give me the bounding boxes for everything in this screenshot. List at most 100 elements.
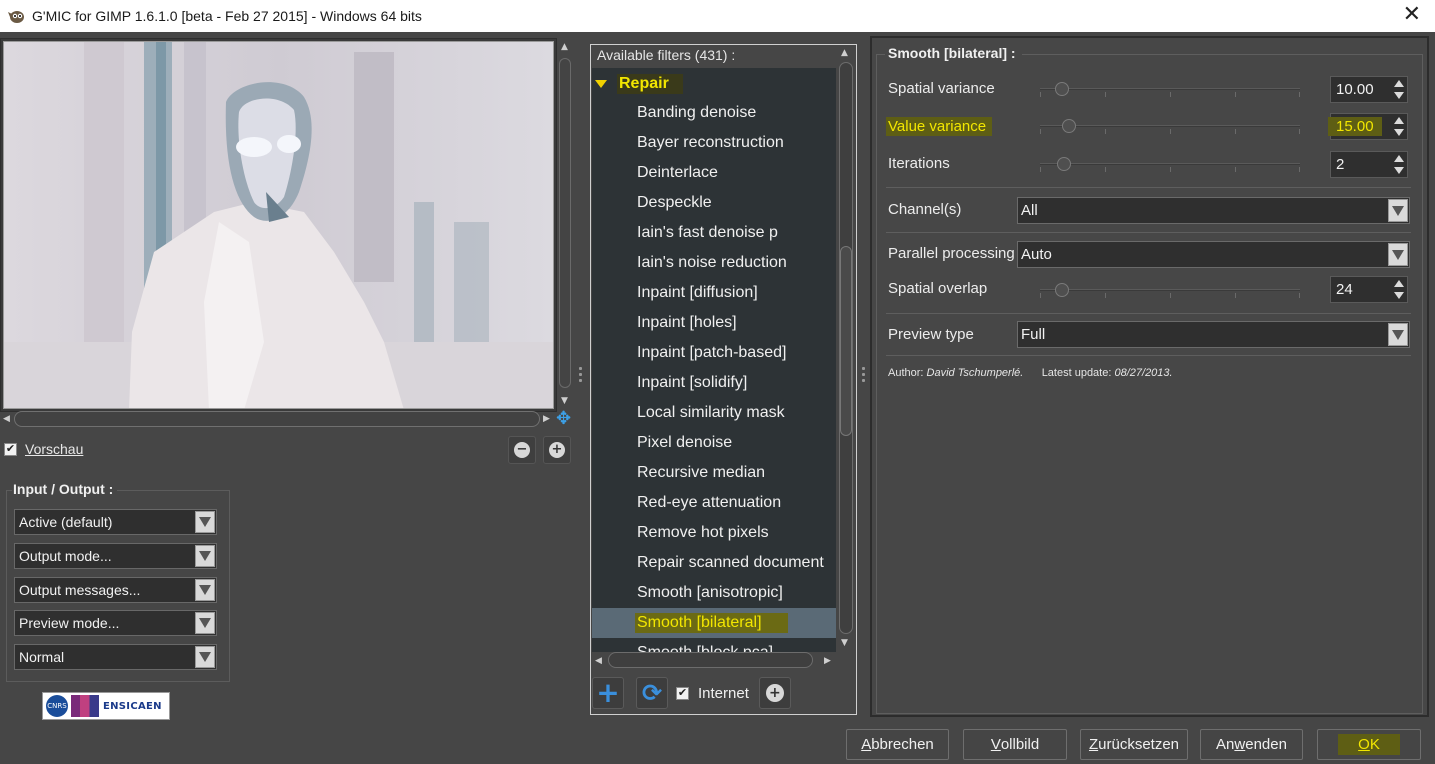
iterations-spinbox[interactable]: 2	[1330, 151, 1408, 178]
chevron-down-icon[interactable]	[195, 612, 215, 634]
filter-list-vertical-scrollbar[interactable]: ▲ ▼	[837, 46, 855, 652]
filter-item[interactable]: Inpaint [diffusion]	[592, 278, 836, 308]
expand-triangle-icon[interactable]	[595, 80, 607, 88]
scroll-left-icon[interactable]: ◀	[595, 656, 602, 666]
filter-item[interactable]: Banding denoise	[592, 98, 836, 128]
parallel-processing-select[interactable]: Auto	[1017, 241, 1410, 268]
slider-tick	[1170, 167, 1171, 172]
preview-picture	[4, 42, 553, 408]
scroll-right-icon[interactable]: ▶	[824, 656, 831, 666]
close-icon[interactable]: ✕	[1403, 4, 1421, 26]
scroll-up-icon[interactable]: ▲	[561, 42, 568, 52]
filter-item[interactable]: Repair scanned document	[592, 548, 836, 578]
filter-item[interactable]: Deinterlace	[592, 158, 836, 188]
filter-item[interactable]: Local similarity mask	[592, 398, 836, 428]
slider-knob[interactable]	[1054, 283, 1069, 297]
spatial-overlap-label: Spatial overlap	[888, 280, 988, 297]
scrollbar-thumb[interactable]	[840, 246, 852, 436]
preview-image[interactable]	[3, 41, 554, 409]
scroll-down-icon[interactable]: ▼	[841, 638, 848, 648]
internet-label: Internet	[698, 684, 749, 702]
preview-horizontal-scrollbar[interactable]	[14, 411, 540, 427]
filter-category-repair[interactable]: Repair	[592, 71, 683, 97]
spatial-variance-slider[interactable]	[1040, 82, 1300, 97]
iterations-slider[interactable]	[1040, 157, 1300, 172]
filter-item[interactable]: Inpaint [holes]	[592, 308, 836, 338]
filter-item[interactable]: Inpaint [solidify]	[592, 368, 836, 398]
chevron-down-icon[interactable]	[1388, 243, 1408, 266]
filter-item[interactable]: Red-eye attenuation	[592, 488, 836, 518]
internet-checkbox[interactable]: ✔	[676, 686, 689, 700]
filter-item-selected[interactable]: Smooth [bilateral]	[592, 608, 836, 638]
filter-item[interactable]: Bayer reconstruction	[592, 128, 836, 158]
chevron-down-icon[interactable]	[1388, 199, 1408, 222]
filter-item[interactable]: Recursive median	[592, 458, 836, 488]
chevron-down-icon[interactable]	[195, 646, 215, 668]
filter-item[interactable]: Iain's noise reduction	[592, 248, 836, 278]
cnrs-ensicaen-logo[interactable]: CNRS ENSICAEN	[42, 692, 170, 720]
preview-mode-select[interactable]: Preview mode...	[14, 610, 217, 636]
apply-button[interactable]: An w enden	[1200, 729, 1303, 760]
cancel-button[interactable]: Abbrechen	[846, 729, 949, 760]
scrollbar-thumb[interactable]	[559, 58, 571, 388]
preview-toggle[interactable]: ✔ Vorschau	[4, 441, 83, 457]
preview-blend-select[interactable]: Normal	[14, 644, 217, 670]
ok-button[interactable]: OK	[1317, 729, 1421, 760]
value-variance-label: Value variance	[886, 117, 993, 136]
zoom-in-button[interactable]: +	[543, 436, 571, 464]
output-messages-select[interactable]: Output messages...	[14, 577, 217, 603]
preview-vertical-scrollbar[interactable]: ▲ ▼	[558, 40, 572, 412]
preview-checkbox[interactable]: ✔	[4, 442, 17, 456]
filter-tree[interactable]: Repair Banding denoise Bayer reconstruct…	[592, 68, 836, 652]
gimp-wilber-icon	[8, 11, 24, 23]
scroll-down-icon[interactable]: ▼	[561, 396, 568, 406]
slider-tick	[1235, 293, 1236, 298]
preview-type-select[interactable]: Full	[1017, 321, 1410, 348]
spatial-overlap-slider[interactable]	[1040, 283, 1300, 298]
mnemonic: Z	[1088, 736, 1099, 753]
filter-item[interactable]: Smooth [anisotropic]	[592, 578, 836, 608]
filter-item[interactable]: Remove hot pixels	[592, 518, 836, 548]
value-variance-slider[interactable]	[1040, 119, 1300, 134]
filter-item[interactable]: Pixel denoise	[592, 428, 836, 458]
input-layers-select[interactable]: Active (default)	[14, 509, 217, 535]
slider-tick	[1040, 92, 1041, 97]
spin-arrows-icon[interactable]	[1392, 78, 1406, 101]
chevron-down-icon[interactable]	[195, 545, 215, 567]
zoom-out-button[interactable]: −	[508, 436, 536, 464]
spin-arrows-icon[interactable]	[1392, 278, 1406, 301]
spin-arrows-icon[interactable]	[1392, 115, 1406, 138]
add-filter-button[interactable]: +	[592, 677, 624, 709]
filter-item[interactable]: Smooth [block pca]	[592, 638, 836, 652]
internet-toggle[interactable]: ✔ Internet	[676, 685, 749, 702]
spatial-overlap-spinbox[interactable]: 24	[1330, 276, 1408, 303]
scroll-left-icon[interactable]: ◀	[3, 414, 10, 424]
scroll-right-icon[interactable]: ▶	[543, 414, 550, 424]
splitter-handle[interactable]	[579, 367, 583, 389]
output-mode-select[interactable]: Output mode...	[14, 543, 217, 569]
filter-list-horizontal-scrollbar[interactable]	[608, 652, 813, 668]
filter-item[interactable]: Iain's fast denoise p	[592, 218, 836, 248]
spatial-variance-spinbox[interactable]: 10.00	[1330, 76, 1408, 103]
chevron-down-icon[interactable]	[195, 511, 215, 533]
channels-label: Channel(s)	[888, 201, 962, 218]
channels-select[interactable]: All	[1017, 197, 1410, 224]
chevron-down-icon[interactable]	[1388, 323, 1408, 346]
cnrs-logo-icon: CNRS	[46, 695, 68, 717]
spin-arrows-icon[interactable]	[1392, 153, 1406, 176]
refresh-filters-button[interactable]: ⟳	[636, 677, 668, 709]
slider-knob[interactable]	[1054, 82, 1069, 96]
chevron-down-icon[interactable]	[195, 579, 215, 601]
splitter-handle[interactable]	[862, 367, 866, 389]
expand-collapse-button[interactable]: +	[758, 677, 791, 709]
filter-item[interactable]: Inpaint [patch-based]	[592, 338, 836, 368]
move-icon[interactable]: ✥	[556, 410, 574, 428]
reset-button[interactable]: Zurücksetzen	[1080, 729, 1188, 760]
slider-knob[interactable]	[1057, 157, 1072, 171]
fullscreen-button[interactable]: Vollbild	[963, 729, 1067, 760]
button-text: An	[1216, 736, 1235, 753]
scroll-up-icon[interactable]: ▲	[841, 48, 848, 58]
filter-item[interactable]: Despeckle	[592, 188, 836, 218]
value-variance-spinbox[interactable]: 15.00	[1328, 113, 1408, 140]
slider-knob[interactable]	[1062, 119, 1077, 133]
